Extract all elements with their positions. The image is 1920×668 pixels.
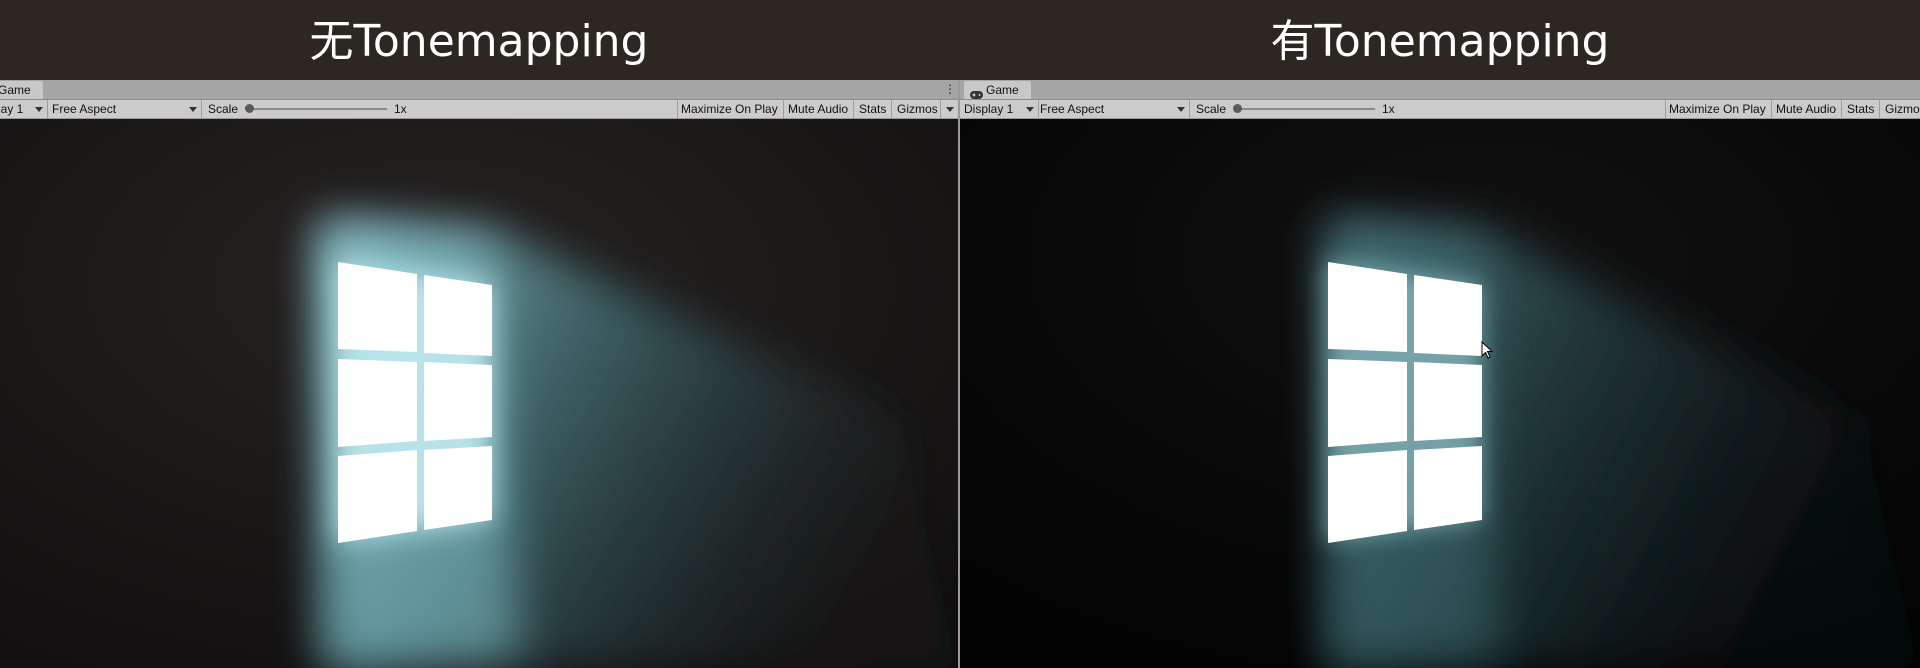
caption-text: 有Tonemapping — [1270, 16, 1610, 67]
gizmos-toggle[interactable]: Gizmo — [1885, 100, 1920, 118]
display-dropdown[interactable]: lay 1 — [0, 100, 23, 118]
stats-label: Stats — [859, 102, 887, 116]
tab-game[interactable]: Game — [0, 81, 43, 99]
divider — [677, 100, 678, 118]
scale-value-text: 1x — [394, 102, 407, 116]
aspect-dropdown[interactable]: Free Aspect — [1040, 100, 1104, 118]
mute-label: Mute Audio — [788, 102, 849, 116]
maximize-on-play-toggle[interactable]: Maximize On Play — [681, 100, 778, 118]
scale-slider-handle[interactable] — [1233, 104, 1242, 113]
scale-slider[interactable] — [247, 108, 387, 110]
chevron-down-icon — [1026, 107, 1034, 112]
maximize-on-play-toggle[interactable]: Maximize On Play — [1669, 100, 1766, 118]
gamepad-icon — [970, 86, 983, 99]
panel-caption-left: 无Tonemapping — [0, 0, 958, 80]
aspect-dropdown[interactable]: Free Aspect — [52, 100, 116, 118]
window — [1328, 262, 1482, 543]
panel-caption-right: 有Tonemapping — [960, 0, 1920, 80]
tab-bar: Game — [960, 80, 1920, 100]
chevron-down-icon — [35, 107, 43, 112]
scale-value-text: 1x — [1382, 102, 1395, 116]
scale-value: 1x — [1382, 100, 1395, 118]
tab-bar: Game ⋮ — [0, 80, 958, 100]
gizmos-toggle[interactable]: Gizmos — [897, 100, 938, 118]
game-viewport-left[interactable] — [0, 119, 958, 668]
scale-label-text: Scale — [208, 102, 239, 116]
scale-slider-handle[interactable] — [245, 104, 254, 113]
caption-text: 无Tonemapping — [309, 16, 649, 67]
maximize-label: Maximize On Play — [681, 102, 778, 116]
divider — [47, 100, 48, 118]
display-value: Display 1 — [964, 102, 1014, 116]
mute-audio-toggle[interactable]: Mute Audio — [1776, 100, 1836, 118]
mute-label: Mute Audio — [1776, 102, 1837, 116]
chevron-down-icon — [1177, 107, 1185, 112]
gizmos-label: Gizmos — [897, 102, 938, 116]
game-viewport-right[interactable] — [960, 119, 1920, 668]
stats-label: Stats — [1847, 102, 1875, 116]
tab-game[interactable]: Game — [964, 81, 1031, 99]
divider — [940, 100, 941, 118]
chevron-down-icon[interactable] — [946, 107, 954, 112]
divider — [1665, 100, 1666, 118]
game-view-panel-left: 无Tonemapping Game ⋮ lay 1 Free Aspect Sc… — [0, 0, 958, 668]
divider — [891, 100, 892, 118]
chevron-down-icon — [189, 107, 197, 112]
divider — [1879, 100, 1880, 118]
game-toolbar: Display 1 Free Aspect Scale 1x Maximize … — [960, 100, 1920, 119]
aspect-value: Free Aspect — [52, 102, 117, 116]
scale-value: 1x — [394, 100, 407, 118]
mute-audio-toggle[interactable]: Mute Audio — [788, 100, 848, 118]
stats-toggle[interactable]: Stats — [1847, 100, 1874, 118]
game-toolbar: lay 1 Free Aspect Scale 1x Maximize On P… — [0, 100, 958, 119]
tab-label: Game — [0, 83, 31, 97]
scene-render-right — [960, 119, 1920, 668]
display-value: lay 1 — [0, 102, 24, 116]
divider — [1841, 100, 1842, 118]
maximize-label: Maximize On Play — [1669, 102, 1766, 116]
divider — [1771, 100, 1772, 118]
gizmos-label: Gizmo — [1885, 102, 1920, 116]
divider — [1189, 100, 1190, 118]
scale-label: Scale — [1196, 100, 1226, 118]
aspect-value: Free Aspect — [1040, 102, 1105, 116]
game-view-panel-right: 有Tonemapping Game Display 1 Free Aspect … — [960, 0, 1920, 668]
window — [338, 262, 492, 543]
scene-render-left — [0, 119, 958, 668]
stats-toggle[interactable]: Stats — [859, 100, 886, 118]
divider — [201, 100, 202, 118]
divider — [1038, 100, 1039, 118]
divider — [783, 100, 784, 118]
scale-label-text: Scale — [1196, 102, 1227, 116]
scale-slider[interactable] — [1235, 108, 1375, 110]
display-dropdown[interactable]: Display 1 — [964, 100, 1013, 118]
kebab-menu-icon[interactable]: ⋮ — [944, 82, 956, 96]
tab-label: Game — [986, 83, 1019, 97]
divider — [853, 100, 854, 118]
scale-label: Scale — [208, 100, 238, 118]
